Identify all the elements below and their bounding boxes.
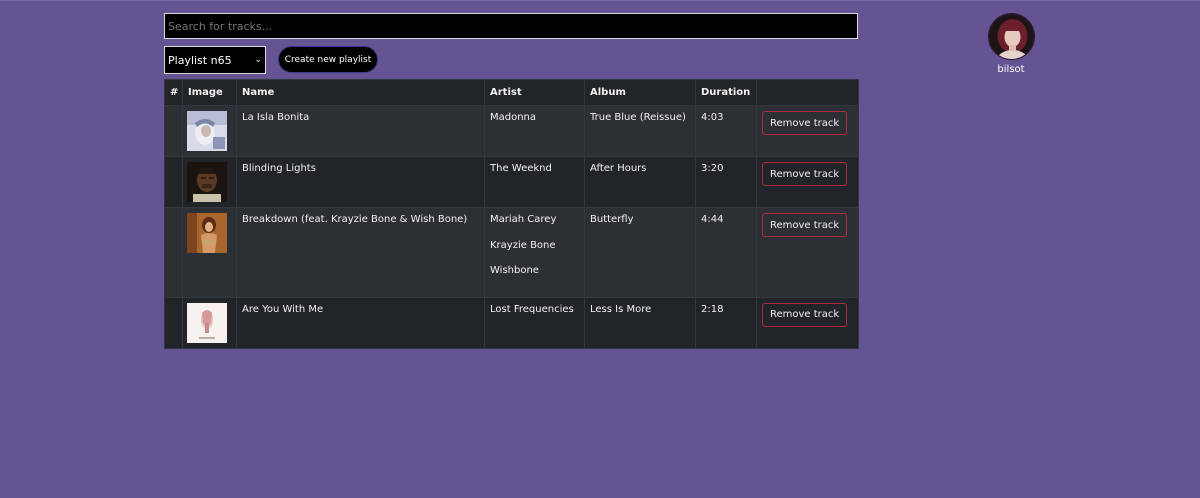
tracks-table: # Image Name Artist Album Duration La Is… (164, 79, 859, 349)
header-actions (756, 79, 859, 106)
track-artist: The Weeknd (484, 156, 585, 208)
album-cover-image (187, 213, 227, 253)
track-number (164, 207, 183, 298)
artist-name[interactable]: Mariah Carey (490, 214, 579, 240)
header-number: # (164, 79, 183, 106)
track-album: Less Is More (584, 296, 696, 349)
track-name: Breakdown (feat. Krayzie Bone & Wish Bon… (236, 207, 485, 298)
artist-name[interactable]: Madonna (490, 112, 579, 138)
track-actions: Remove track (756, 156, 859, 208)
track-image-cell (182, 105, 237, 157)
header-artist: Artist (484, 79, 585, 106)
artist-name[interactable]: Wishbone (490, 265, 579, 291)
header-album: Album (584, 79, 696, 106)
track-image-cell (182, 207, 237, 298)
chevron-down-icon: ⌄ (254, 55, 262, 65)
table-header-row: # Image Name Artist Album Duration (164, 79, 859, 106)
playlist-select-value: Playlist n65 (168, 53, 232, 67)
track-artist: Madonna (484, 105, 585, 157)
create-playlist-button[interactable]: Create new playlist (278, 46, 378, 73)
track-name: Blinding Lights (236, 156, 485, 208)
table-row: La Isla Bonita Madonna True Blue (Reissu… (164, 105, 859, 157)
album-cover-image (187, 162, 227, 202)
album-cover-image (187, 111, 227, 151)
avatar-image (988, 14, 1034, 59)
table-row: Breakdown (feat. Krayzie Bone & Wish Bon… (164, 207, 859, 298)
track-album: True Blue (Reissue) (584, 105, 696, 157)
album-cover-image (187, 302, 227, 343)
artist-name[interactable]: Krayzie Bone (490, 240, 579, 266)
track-actions: Remove track (756, 105, 859, 157)
track-artist: Lost Frequencies (484, 296, 585, 349)
artist-name[interactable]: Lost Frequencies (490, 304, 579, 330)
track-artist: Mariah Carey Krayzie Bone Wishbone (484, 207, 585, 298)
header-image: Image (182, 79, 237, 106)
track-number (164, 156, 183, 208)
track-image-cell (182, 156, 237, 208)
table-row: Blinding Lights The Weeknd After Hours 3… (164, 156, 859, 208)
track-name: La Isla Bonita (236, 105, 485, 157)
track-actions: Remove track (756, 207, 859, 298)
track-name: Are You With Me (236, 296, 485, 349)
header-duration: Duration (695, 79, 757, 106)
remove-track-button[interactable]: Remove track (762, 162, 848, 186)
track-number (164, 105, 183, 157)
track-duration: 4:44 (695, 207, 757, 298)
artist-name[interactable]: The Weeknd (490, 163, 579, 189)
playlist-select[interactable]: Playlist n65 ⌄ (164, 46, 266, 74)
search-input[interactable] (164, 13, 858, 39)
track-image-cell (182, 296, 237, 349)
track-duration: 3:20 (695, 156, 757, 208)
track-album: Butterfly (584, 207, 696, 298)
header-name: Name (236, 79, 485, 106)
page: Playlist n65 ⌄ Create new playlist bilso… (0, 0, 1200, 498)
avatar[interactable] (987, 13, 1035, 60)
username: bilsot (997, 64, 1025, 75)
remove-track-button[interactable]: Remove track (762, 213, 848, 237)
remove-track-button[interactable]: Remove track (762, 111, 848, 135)
user-profile[interactable]: bilsot (985, 13, 1037, 75)
track-duration: 4:03 (695, 105, 757, 157)
track-actions: Remove track (756, 296, 859, 349)
remove-track-button[interactable]: Remove track (762, 302, 848, 327)
table-row: Are You With Me Lost Frequencies Less Is… (164, 296, 859, 349)
track-number (164, 296, 183, 349)
track-duration: 2:18 (695, 296, 757, 349)
track-album: After Hours (584, 156, 696, 208)
